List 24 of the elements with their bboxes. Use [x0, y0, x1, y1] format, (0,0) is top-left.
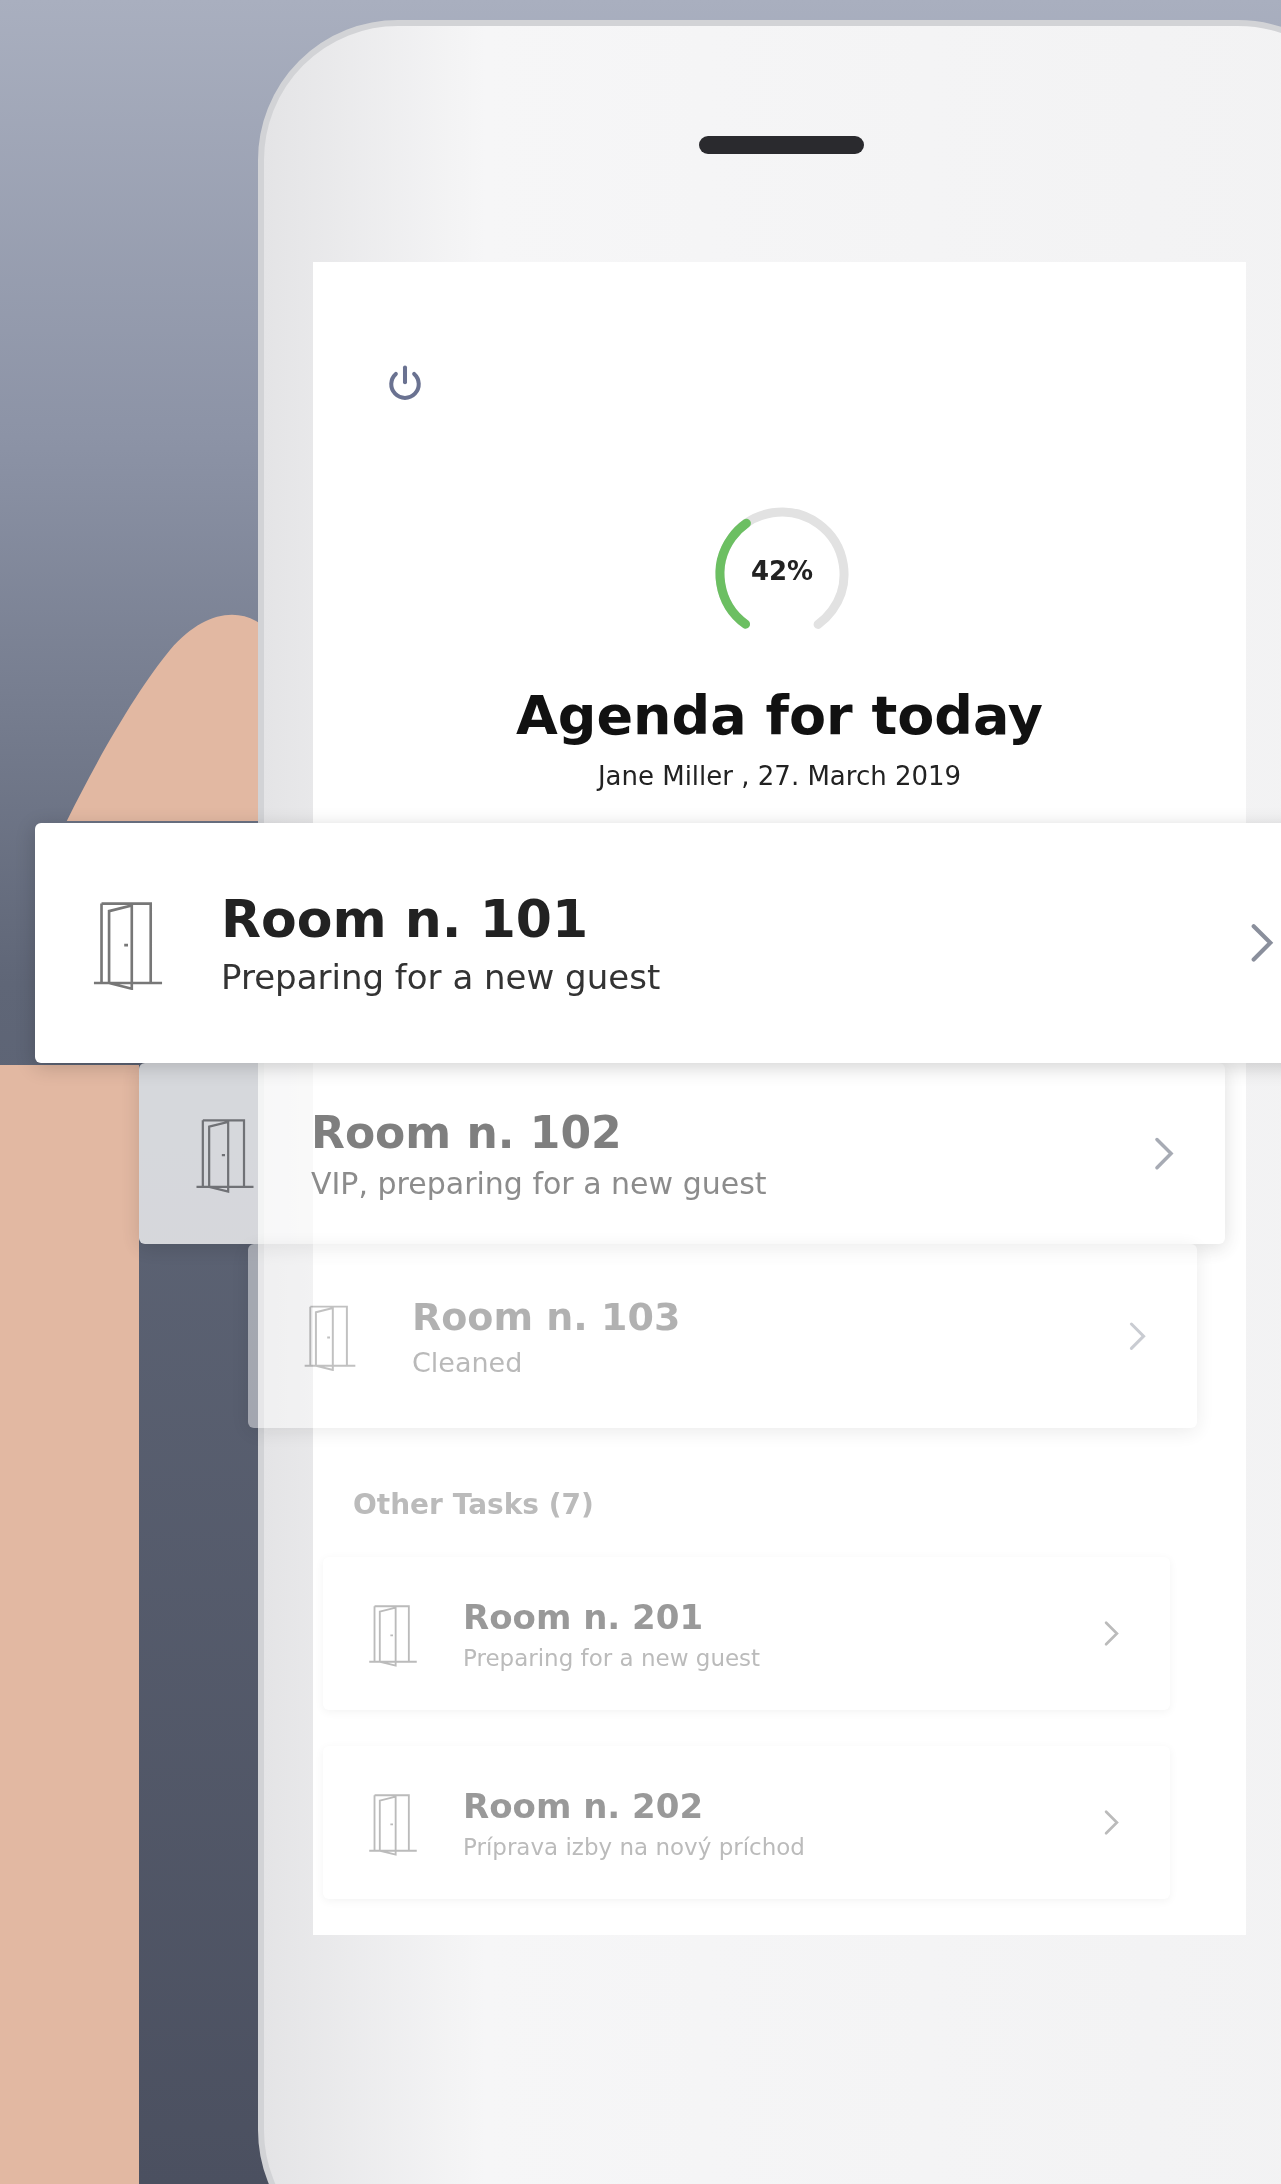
room-status: Cleaned [412, 1346, 524, 1378]
chevron-icon [1249, 922, 1275, 964]
room-title: Room n. 102 [311, 1106, 623, 1158]
section-heading: Other Tasks (7) [353, 1488, 594, 1521]
task-card[interactable]: Room n. 103 Cleaned [248, 1244, 1197, 1428]
chevron-icon [1103, 1809, 1120, 1836]
room-status: Príprava izby na nový príchod [463, 1833, 806, 1860]
progress-reading: 42% [749, 556, 815, 586]
chevron-icon [1153, 1135, 1175, 1172]
task-card[interactable]: Room n. 102 VIP, preparing for a new guest [139, 1063, 1225, 1244]
room-title: Room n. 202 [463, 1785, 705, 1826]
chevron-icon [1103, 1620, 1120, 1647]
task-card[interactable]: Room n. 202 Príprava izby na nový príchod [323, 1746, 1170, 1899]
room-title: Room n. 201 [463, 1596, 705, 1637]
room-status: VIP, preparing for a new guest [311, 1165, 768, 1201]
room-title: Room n. 101 [221, 889, 590, 949]
task-card[interactable]: Room n. 201 Preparing for a new guest [323, 1557, 1170, 1710]
room-status: Preparing for a new guest [463, 1644, 762, 1671]
room-status: Preparing for a new guest [221, 957, 662, 997]
agenda-subtitle: Jane Miller , 27. March 2019 [597, 761, 962, 791]
task-card[interactable]: Room n. 101 Preparing for a new guest [35, 823, 1281, 1063]
room-title: Room n. 103 [412, 1294, 682, 1339]
chevron-icon [1128, 1320, 1147, 1352]
agenda-title: Agenda for today [516, 684, 1043, 747]
